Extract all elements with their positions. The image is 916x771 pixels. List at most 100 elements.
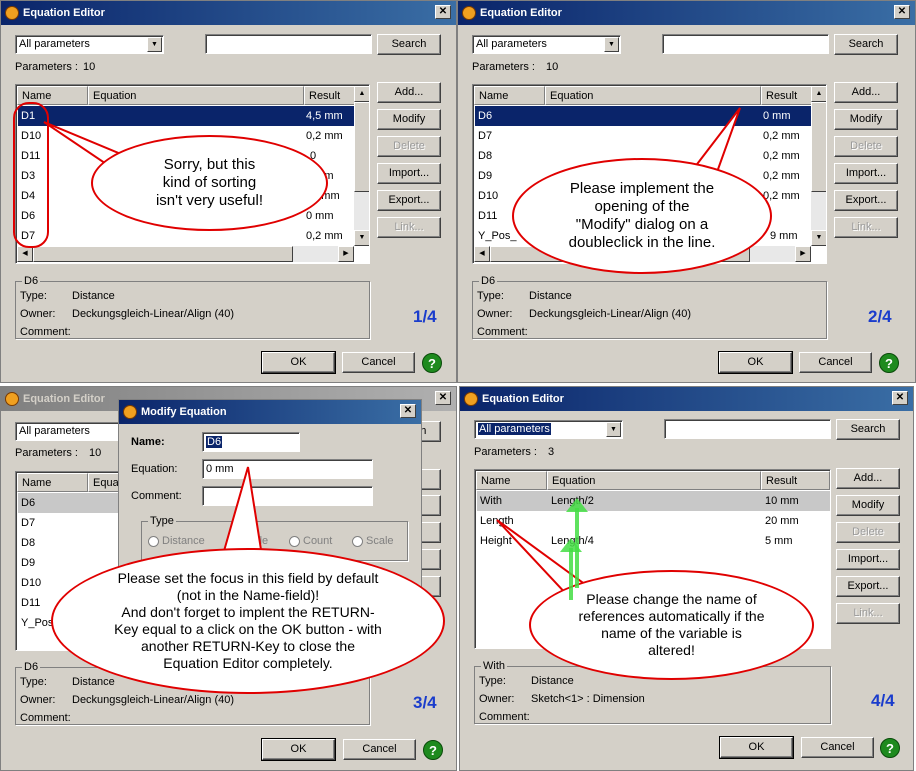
chevron-down-icon[interactable]: ▼: [147, 37, 162, 52]
search-button[interactable]: Search: [834, 34, 898, 55]
add-button[interactable]: Add...: [836, 468, 900, 489]
details-group-title: D6: [22, 275, 41, 287]
import-button[interactable]: [421, 549, 441, 570]
modify-button[interactable]: [421, 495, 441, 516]
cancel-button[interactable]: Cancel: [342, 352, 415, 373]
ok-button[interactable]: OK: [719, 736, 794, 759]
title-bar[interactable]: Equation Editor ✕: [460, 387, 913, 411]
help-icon[interactable]: ?: [880, 738, 900, 758]
add-button[interactable]: [421, 469, 441, 490]
filter-select[interactable]: All parameters ▼: [15, 35, 164, 54]
equation-field[interactable]: 0 mm: [202, 459, 373, 479]
column-header-name[interactable]: Name: [17, 473, 88, 492]
ok-button[interactable]: OK: [718, 351, 793, 374]
scroll-down-icon[interactable]: ▼: [811, 230, 826, 246]
app-icon: [462, 6, 476, 20]
table-row[interactable]: D7 0,2 mm: [475, 126, 812, 146]
scroll-thumb[interactable]: [354, 102, 369, 192]
title-bar[interactable]: Modify Equation ✕: [119, 400, 421, 424]
scroll-left-icon[interactable]: ◀: [17, 246, 33, 262]
step-label: 1/4: [413, 307, 437, 326]
search-input[interactable]: [664, 419, 831, 439]
horizontal-scrollbar[interactable]: ◀ ▶: [17, 246, 354, 262]
comment-field[interactable]: [202, 486, 373, 506]
link-button[interactable]: Link...: [834, 217, 898, 238]
search-button[interactable]: Search: [377, 34, 441, 55]
help-icon[interactable]: ?: [423, 740, 443, 760]
modify-button[interactable]: Modify: [377, 109, 441, 130]
table-row[interactable]: With Length/2 10 mm: [477, 491, 830, 511]
close-icon[interactable]: ✕: [892, 391, 908, 405]
close-icon[interactable]: ✕: [894, 5, 910, 19]
delete-button[interactable]: Delete: [836, 522, 900, 543]
column-header-equation[interactable]: Equation: [545, 86, 761, 105]
cancel-button[interactable]: Cancel: [801, 737, 874, 758]
delete-button[interactable]: [421, 522, 441, 543]
table-row[interactable]: D6 0 mm: [475, 106, 812, 126]
app-icon: [5, 392, 19, 406]
scroll-right-icon[interactable]: ▶: [338, 246, 354, 262]
cancel-button[interactable]: Cancel: [799, 352, 872, 373]
scroll-up-icon[interactable]: ▲: [811, 86, 826, 102]
title-bar[interactable]: Equation Editor ✕: [1, 1, 456, 25]
close-icon[interactable]: ✕: [400, 404, 416, 418]
search-input[interactable]: [205, 34, 372, 54]
close-icon[interactable]: ✕: [435, 391, 451, 405]
radio-angle[interactable]: [226, 536, 237, 547]
table-row[interactable]: Height Length/4 5 mm: [477, 531, 830, 551]
filter-select[interactable]: All parameters ▼: [472, 35, 621, 54]
title-bar[interactable]: Equation Editor ✕: [458, 1, 915, 25]
scroll-up-icon[interactable]: ▲: [354, 86, 369, 102]
column-header-result[interactable]: Result: [304, 86, 356, 105]
export-button[interactable]: Export...: [836, 576, 900, 597]
column-header-name[interactable]: Name: [476, 471, 547, 490]
import-button[interactable]: Import...: [836, 549, 900, 570]
import-button[interactable]: Import...: [834, 163, 898, 184]
table-row[interactable]: Length 20 mm: [477, 511, 830, 531]
modify-button[interactable]: Modify: [836, 495, 900, 516]
help-icon[interactable]: ?: [422, 353, 442, 373]
scroll-thumb[interactable]: [33, 246, 293, 262]
column-header-name[interactable]: Name: [474, 86, 545, 105]
filter-value: All parameters: [19, 425, 90, 437]
scroll-thumb[interactable]: [811, 102, 826, 192]
export-button[interactable]: Export...: [834, 190, 898, 211]
delete-button[interactable]: Delete: [377, 136, 441, 157]
annotation-bubble-3: Please set the focus in this field by de…: [51, 548, 445, 694]
ok-button[interactable]: OK: [261, 738, 336, 761]
vertical-scrollbar[interactable]: ▲ ▼: [354, 86, 369, 246]
link-button[interactable]: Link...: [836, 603, 900, 624]
add-button[interactable]: Add...: [377, 82, 441, 103]
modify-button[interactable]: Modify: [834, 109, 898, 130]
radio-count[interactable]: [289, 536, 300, 547]
filter-select[interactable]: All parameters ▼: [474, 420, 623, 439]
column-header-result[interactable]: Result: [761, 471, 830, 490]
radio-scale[interactable]: [352, 536, 363, 547]
annotation-line: (not in the Name-field)!: [176, 587, 320, 603]
delete-button[interactable]: Delete: [834, 136, 898, 157]
table-row[interactable]: D1 4,5 mm: [18, 106, 355, 126]
close-icon[interactable]: ✕: [435, 5, 451, 19]
column-header-result[interactable]: Result: [761, 86, 813, 105]
parameters-label: Parameters :: [15, 61, 78, 73]
chevron-down-icon[interactable]: ▼: [606, 422, 621, 437]
search-input[interactable]: [662, 34, 829, 54]
column-header-equation[interactable]: Equation: [88, 86, 304, 105]
ok-button[interactable]: OK: [261, 351, 336, 374]
add-button[interactable]: Add...: [834, 82, 898, 103]
vertical-scrollbar[interactable]: ▲ ▼: [811, 86, 826, 246]
cancel-button[interactable]: Cancel: [343, 739, 416, 760]
help-icon[interactable]: ?: [879, 353, 899, 373]
cell-name: D7: [21, 517, 36, 529]
import-button[interactable]: Import...: [377, 163, 441, 184]
scroll-left-icon[interactable]: ◀: [474, 246, 490, 262]
chevron-down-icon[interactable]: ▼: [604, 37, 619, 52]
scroll-down-icon[interactable]: ▼: [354, 230, 369, 246]
radio-distance[interactable]: [148, 536, 159, 547]
name-field[interactable]: D6: [202, 432, 300, 452]
export-button[interactable]: Export...: [377, 190, 441, 211]
search-button[interactable]: Search: [836, 419, 900, 440]
link-button[interactable]: Link...: [377, 217, 441, 238]
scroll-right-icon[interactable]: ▶: [795, 246, 811, 262]
column-header-equation[interactable]: Equation: [547, 471, 761, 490]
